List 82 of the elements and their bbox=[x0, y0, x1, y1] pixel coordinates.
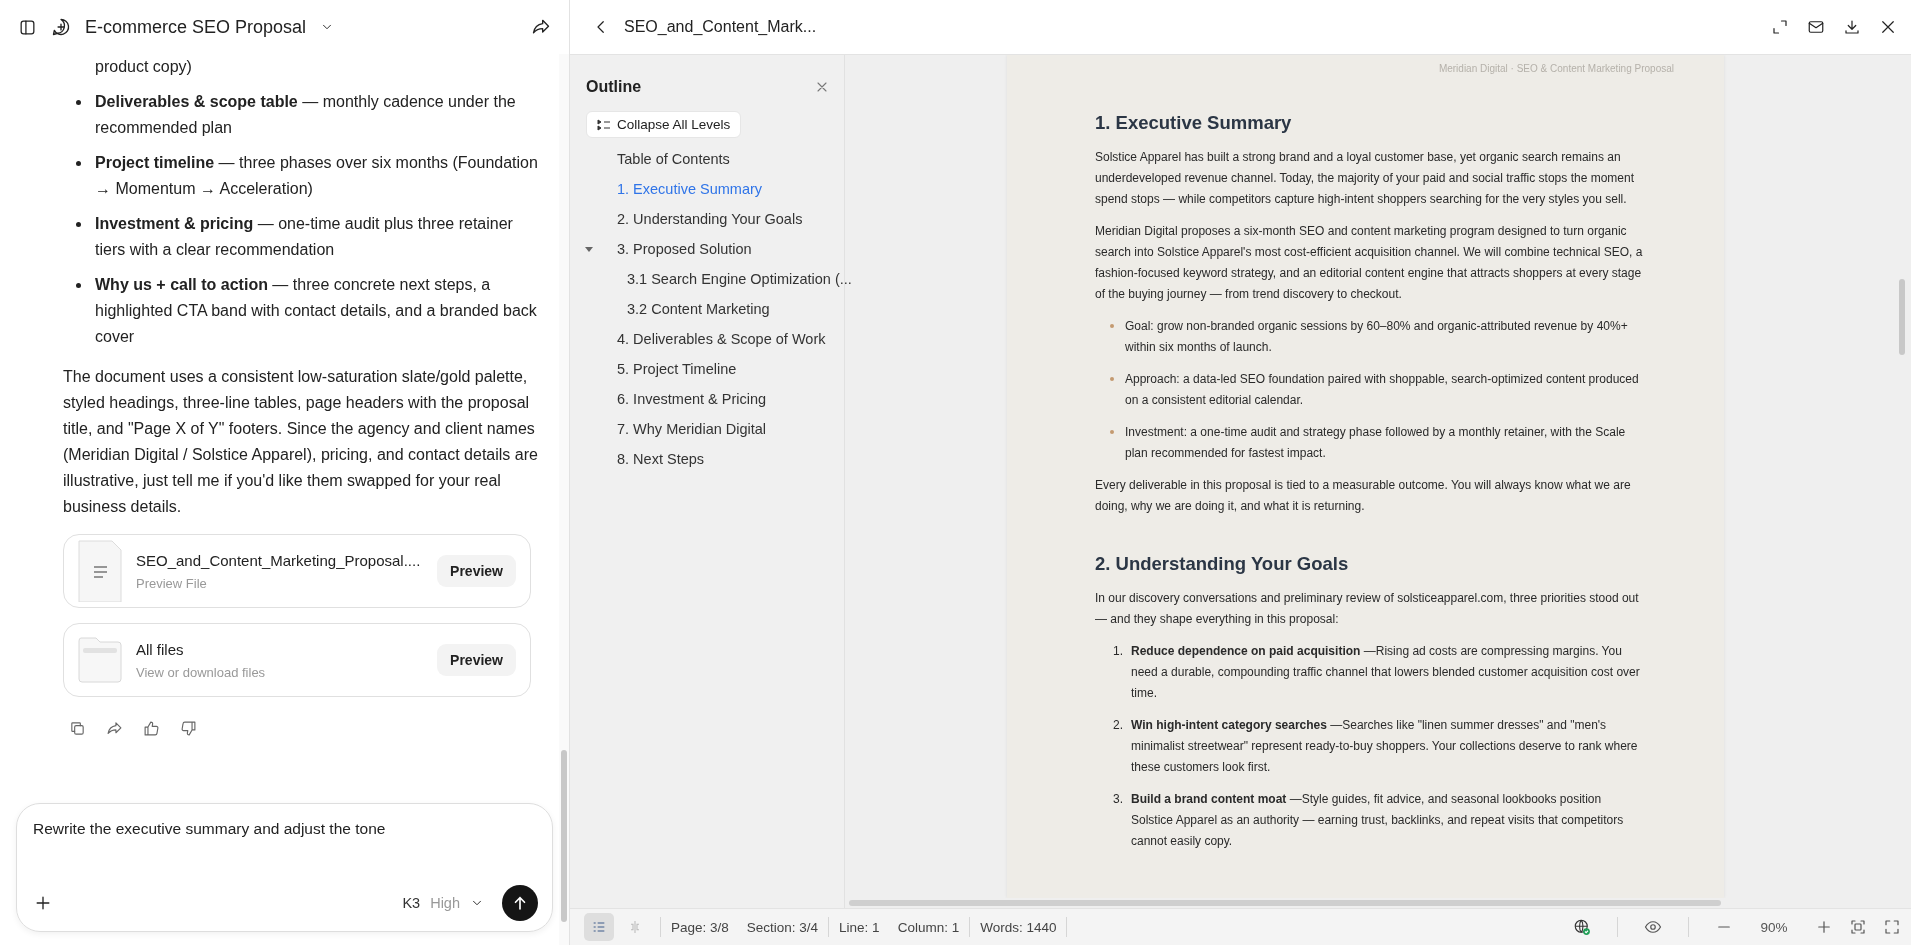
bullet-icon bbox=[1110, 430, 1114, 434]
message-paragraph: The document uses a consistent low-saturation slate/gold palette, styled headings, three-line tables, page headers with the proposal title, and "Page X of Y" footers. Since the agency and client names (Meridian Digital / Solstice Apparel), pricing, and contact details are illustrative, just tell me if you'd like them swapped for your real business details. bbox=[63, 367, 539, 517]
preview-button[interactable]: Preview bbox=[437, 555, 516, 587]
body-paragraph: Every deliverable in this proposal is tied to a measurable outcome. You will always know what we are doing, why we are doing it, and what it is returning. bbox=[1095, 477, 1632, 515]
download-icon[interactable] bbox=[1843, 18, 1861, 36]
copy-icon[interactable] bbox=[69, 720, 86, 737]
folder-icon bbox=[78, 637, 122, 683]
line-indicator: Line: 1 bbox=[839, 919, 880, 935]
thumbs-down-icon[interactable] bbox=[180, 720, 197, 737]
list-item-text: product copy) bbox=[95, 58, 192, 75]
page-indicator: Page: 3/8 bbox=[671, 919, 729, 935]
outline-item[interactable]: 1. Executive Summary bbox=[617, 181, 763, 197]
expand-icon[interactable] bbox=[1771, 18, 1789, 36]
bullet-icon bbox=[1110, 324, 1114, 328]
thumbs-up-icon[interactable] bbox=[143, 720, 160, 737]
collapse-list-icon bbox=[597, 117, 611, 132]
preview-button[interactable]: Preview bbox=[437, 644, 516, 676]
list-number: 1. bbox=[1112, 643, 1123, 660]
section-indicator: Section: 3/4 bbox=[746, 919, 819, 935]
file-name: SEO_and_Content_Marketing_Proposal.... bbox=[136, 551, 422, 569]
column-indicator: Column: 1 bbox=[897, 919, 960, 935]
eye-icon[interactable] bbox=[1644, 918, 1662, 936]
body-paragraph: Meridian Digital proposes a six-month SEO and content marketing program designed to turn organic search into Solstice Apparel's most cost-efficient acquisition channel. We will combine technical SEO, a fashion-focused keyword strategy, and an editorial content engine that attracts shoppers at every stage of the buying journey — from trend discovery to checkout. bbox=[1095, 223, 1644, 303]
bullet-icon bbox=[1110, 377, 1114, 381]
file-card[interactable]: SEO_and_Content_Marketing_Proposal.... Preview File Preview bbox=[63, 534, 531, 608]
body-paragraph: In our discovery conversations and preliminary review of solsticeapparel.com, three priorities stood out — and they shape everything in this proposal: bbox=[1095, 590, 1640, 628]
list-item-text: Goal: grow non-branded organic sessions by 60–80% and organic-attributed revenue by 40%+ within six months of launch. bbox=[1125, 319, 1628, 354]
outline-item[interactable]: 3.2 Content Marketing bbox=[627, 301, 770, 317]
list-item-text: Win high-intent category searches —Searches like "linen summer dresses" and "men's minimalist streetwear" represent ready-to-buy shoppers. Your collections deserve to rank where these customers look first. bbox=[1131, 717, 1639, 776]
file-subtitle: View or download files bbox=[136, 664, 267, 680]
list-item-text: Reduce dependence on paid acquisition —Rising ad costs are compressing margins. You need a durable, compounding traffic channel that lowers blended customer acquisition cost over time. bbox=[1131, 643, 1641, 702]
bullet-icon bbox=[76, 161, 81, 166]
list-item-text: Deliverables & scope table — monthly cadence under the recommended plan bbox=[95, 93, 516, 136]
document-title: SEO_and_Content_Mark... bbox=[624, 18, 817, 36]
section-heading: 2. Understanding Your Goals bbox=[1095, 553, 1350, 575]
zoom-level[interactable]: 90% bbox=[1749, 919, 1799, 935]
list-item-text: Project timeline — three phases over six months (Foundation → Momentum → Acceleration) bbox=[95, 154, 538, 197]
outline-item[interactable]: 4. Deliverables & Scope of Work bbox=[617, 331, 826, 347]
scrollbar[interactable] bbox=[561, 750, 567, 922]
list-item-text: Approach: a data-led SEO foundation paired with shoppable, search-optimized content produced on a consistent editorial calendar. bbox=[1125, 372, 1639, 407]
chat-title[interactable]: E-commerce SEO Proposal bbox=[85, 16, 307, 38]
outline-title: Outline bbox=[586, 78, 642, 96]
list-number: 3. bbox=[1112, 791, 1123, 808]
file-card[interactable]: All files View or download files Preview bbox=[63, 623, 531, 697]
outline-item[interactable]: 2. Understanding Your Goals bbox=[617, 211, 803, 227]
outline-item[interactable]: 3.1 Search Engine Optimization (... bbox=[627, 271, 852, 287]
close-icon[interactable] bbox=[1879, 18, 1897, 36]
list-number: 2. bbox=[1112, 717, 1123, 734]
list-item-text: Why us + call to action — three concrete next steps, a highlighted CTA band with contact details, and a branded back cover bbox=[95, 276, 537, 345]
document-icon bbox=[78, 540, 122, 602]
bullet-icon bbox=[76, 100, 81, 105]
word-count: Words: 1440 bbox=[980, 919, 1057, 935]
body-paragraph: Solstice Apparel has built a strong brand and a loyal customer base, yet organic search remains an underdeveloped revenue channel. Today, the majority of your paid and social traffic stops the moment spend stops — while competitors capture high-intent shoppers searching for the very styles you sell. bbox=[1095, 149, 1635, 208]
outline-item[interactable]: 7. Why Meridian Digital bbox=[617, 421, 767, 437]
scrollbar[interactable] bbox=[1899, 279, 1905, 355]
caret-icon[interactable] bbox=[584, 244, 594, 254]
list-item-text: Build a brand content moat —Style guides, fit advice, and seasonal lookbooks position Solstice Apparel as an authority — earning trust, backlinks, and repeat visits that competitors cannot easily copy. bbox=[1131, 791, 1625, 850]
globe-icon[interactable] bbox=[1573, 918, 1591, 936]
outline-icon bbox=[591, 919, 607, 935]
list-item-text: Investment & pricing — one-time audit plus three retainer tiers with a clear recommendation bbox=[95, 215, 513, 258]
list-item-text: Investment: a one-time audit and strategy phase followed by a monthly retainer, with the Scale plan recommended for fastest impact. bbox=[1125, 425, 1626, 460]
outline-item[interactable]: 8. Next Steps bbox=[617, 451, 705, 467]
outline-item[interactable]: 3. Proposed Solution bbox=[617, 241, 752, 257]
collapse-all-button[interactable]: Collapse All Levels bbox=[586, 111, 742, 138]
share-icon[interactable] bbox=[531, 17, 551, 37]
outline-item[interactable]: 6. Investment & Pricing bbox=[617, 391, 767, 407]
bullet-icon bbox=[76, 222, 81, 227]
send-button[interactable] bbox=[502, 885, 538, 921]
zoom-in-icon[interactable] bbox=[1815, 918, 1833, 936]
fullscreen-icon[interactable] bbox=[1883, 918, 1901, 936]
outline-item[interactable]: 5. Project Timeline bbox=[617, 361, 737, 377]
fit-page-icon[interactable] bbox=[1849, 918, 1867, 936]
model-name[interactable]: K3 bbox=[402, 895, 421, 911]
message-field[interactable]: Rewrite the executive summary and adjust the tone bbox=[33, 820, 538, 885]
mail-icon[interactable] bbox=[1807, 18, 1825, 36]
outline-item[interactable]: Table of Contents bbox=[617, 151, 730, 167]
section-heading: 1. Executive Summary bbox=[1095, 112, 1293, 134]
bullet-icon bbox=[76, 283, 81, 288]
file-subtitle: Preview File bbox=[136, 575, 208, 591]
file-name: All files bbox=[136, 640, 185, 658]
running-header: Meridian Digital · SEO & Content Marketing Proposal bbox=[1437, 63, 1674, 74]
scrollbar[interactable] bbox=[849, 900, 1721, 906]
